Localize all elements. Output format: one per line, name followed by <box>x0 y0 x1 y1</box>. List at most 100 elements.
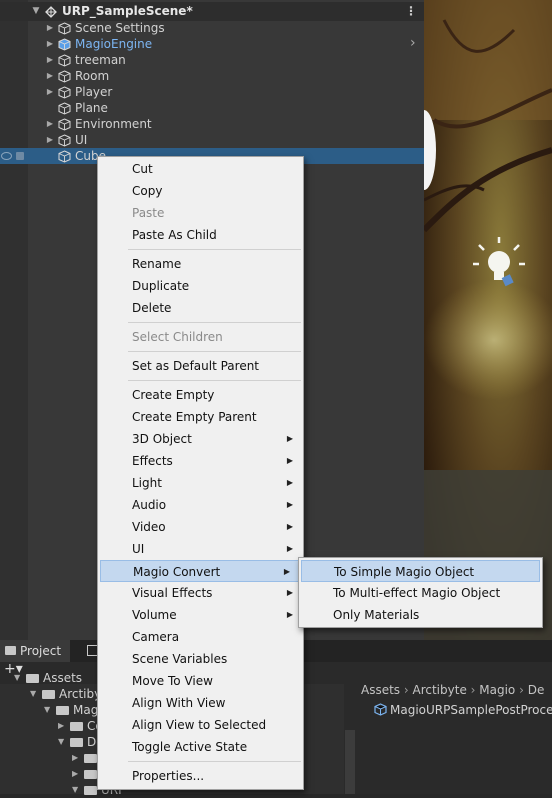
context-menu-item-label: Rename <box>132 257 182 271</box>
context-menu-item-set-as-default-parent[interactable]: Set as Default Parent <box>98 355 303 377</box>
context-menu-item-rename[interactable]: Rename <box>98 253 303 275</box>
context-menu-item-volume[interactable]: Volume ▶ <box>98 604 303 626</box>
expand-arrow-icon[interactable]: ▶ <box>45 20 55 36</box>
asset-item[interactable]: MagioURPSamplePostProce <box>374 701 552 719</box>
folder-expand-arrow-icon[interactable]: ▼ <box>72 782 78 798</box>
expand-arrow-icon[interactable]: ▶ <box>45 132 55 148</box>
pickable-hand-icon[interactable] <box>16 152 24 160</box>
folder-expand-arrow-icon[interactable]: ▼ <box>30 686 36 702</box>
tab-project[interactable]: Project <box>0 640 70 662</box>
tree-scrollbar[interactable] <box>345 730 355 794</box>
gameobject-cube-icon <box>58 70 71 83</box>
hierarchy-item-label: Room <box>75 69 110 83</box>
breadcrumb-item[interactable]: Magio <box>479 683 515 697</box>
context-menu-item-scene-variables[interactable]: Scene Variables <box>98 648 303 670</box>
visibility-eye-icon[interactable] <box>1 152 12 160</box>
breadcrumb: Assets › Arctibyte › Magio › De <box>361 681 552 699</box>
open-prefab-chevron-icon[interactable]: › <box>410 35 416 51</box>
hierarchy-item-treeman[interactable]: ▶ treeman <box>0 52 424 68</box>
hierarchy-item-magioengine[interactable]: ▶ MagioEngine › <box>0 35 424 52</box>
breadcrumb-item[interactable]: Arctibyte <box>413 683 467 697</box>
submenu-arrow-icon: ▶ <box>286 500 293 509</box>
hierarchy-item-ui[interactable]: ▶ UI <box>0 132 424 148</box>
breadcrumb-separator-icon: › <box>515 683 528 697</box>
magio-submenu-item-label: To Multi-effect Magio Object <box>333 586 501 600</box>
hierarchy-item-label: Scene Settings <box>75 21 165 35</box>
submenu-arrow-icon: ▶ <box>286 456 293 465</box>
expand-arrow-icon[interactable]: ▶ <box>45 52 55 68</box>
context-menu-item-label: Set as Default Parent <box>132 359 260 373</box>
folder-expand-arrow-icon[interactable]: ▶ <box>58 718 64 734</box>
submenu-arrow-icon: ▶ <box>286 478 293 487</box>
context-menu-item-properties[interactable]: Properties... <box>98 765 303 787</box>
context-menu-item-label: Effects <box>132 454 173 468</box>
expand-arrow-icon[interactable]: ▶ <box>45 68 55 84</box>
submenu-arrow-icon: ▶ <box>286 588 293 597</box>
scene-collapse-arrow[interactable]: ▼ <box>31 2 41 18</box>
expand-arrow-icon[interactable]: ▶ <box>45 36 55 52</box>
folder-icon <box>70 738 83 747</box>
hierarchy-item-room[interactable]: ▶ Room <box>0 68 424 84</box>
context-menu-item-delete[interactable]: Delete <box>98 297 303 319</box>
gameobject-cube-icon <box>58 118 71 131</box>
context-menu-item-label: Properties... <box>132 769 205 783</box>
scene-name: URP_SampleScene* <box>62 4 193 18</box>
menu-separator <box>128 249 301 250</box>
folder-expand-arrow-icon[interactable]: ▼ <box>44 702 50 718</box>
context-menu-item-label: Magio Convert <box>133 565 221 579</box>
tab-project-label: Project <box>20 644 62 658</box>
hierarchy-item-player[interactable]: ▶ Player <box>0 84 424 100</box>
context-menu-item-audio[interactable]: Audio ▶ <box>98 494 303 516</box>
context-menu-item-label: Copy <box>132 184 163 198</box>
context-menu-item-cut[interactable]: Cut <box>98 158 303 180</box>
gameobject-cube-icon <box>58 134 71 147</box>
context-menu-item-create-empty-parent[interactable]: Create Empty Parent <box>98 406 303 428</box>
gameobject-cube-icon <box>58 22 71 35</box>
hierarchy-item-scene-settings[interactable]: ▶ Scene Settings <box>0 20 424 36</box>
folder-expand-arrow-icon[interactable]: ▶ <box>72 750 78 766</box>
folder-expand-arrow-icon[interactable]: ▼ <box>14 670 20 686</box>
context-menu-item-label: Camera <box>132 630 180 644</box>
prefab-cube-icon <box>58 38 71 51</box>
magio-submenu-item-only-materials[interactable]: Only Materials <box>299 604 542 626</box>
scene-view[interactable] <box>424 0 552 640</box>
folder-icon <box>42 690 55 699</box>
breadcrumb-item[interactable]: Assets <box>361 683 400 697</box>
context-menu-item-duplicate[interactable]: Duplicate <box>98 275 303 297</box>
context-menu-item-align-view-to-selected[interactable]: Align View to Selected <box>98 714 303 736</box>
context-menu-item-paste-as-child[interactable]: Paste As Child <box>98 224 303 246</box>
context-menu-item-magio-convert[interactable]: Magio Convert ▶ <box>100 560 301 582</box>
context-menu-item-light[interactable]: Light ▶ <box>98 472 303 494</box>
magio-submenu-item-to-multi-effect-magio-object[interactable]: To Multi-effect Magio Object <box>299 582 542 604</box>
context-menu-item-create-empty[interactable]: Create Empty <box>98 384 303 406</box>
context-menu-item-effects[interactable]: Effects ▶ <box>98 450 303 472</box>
folder-expand-arrow-icon[interactable]: ▶ <box>72 766 78 782</box>
breadcrumb-item[interactable]: De <box>528 683 545 697</box>
scene-options-kebab[interactable]: ⋮ <box>405 2 417 21</box>
scene-header-row[interactable]: ▼ URP_SampleScene* ⋮ <box>0 2 424 21</box>
context-menu-item-3d-object[interactable]: 3D Object ▶ <box>98 428 303 450</box>
context-menu-item-toggle-active-state[interactable]: Toggle Active State <box>98 736 303 758</box>
context-menu-item-align-with-view[interactable]: Align With View <box>98 692 303 714</box>
context-menu-item-move-to-view[interactable]: Move To View <box>98 670 303 692</box>
magio-submenu-item-to-simple-magio-object[interactable]: To Simple Magio Object <box>301 560 540 582</box>
folder-expand-arrow-icon[interactable]: ▼ <box>58 734 64 750</box>
context-menu-item-label: Create Empty <box>132 388 215 402</box>
submenu-arrow-icon: ▶ <box>286 544 293 553</box>
magio-convert-submenu: To Simple Magio Object To Multi-effect Ma… <box>298 557 543 628</box>
context-menu-item-label: Paste As Child <box>132 228 217 242</box>
context-menu-item-camera[interactable]: Camera <box>98 626 303 648</box>
hierarchy-item-label: Plane <box>75 101 108 115</box>
context-menu-item-ui[interactable]: UI ▶ <box>98 538 303 560</box>
asset-prefab-icon <box>374 703 387 716</box>
context-menu-item-label: Select Children <box>132 330 223 344</box>
hierarchy-item-environment[interactable]: ▶ Environment <box>0 116 424 132</box>
hierarchy-item-plane[interactable]: Plane <box>0 100 424 116</box>
submenu-arrow-icon: ▶ <box>283 567 290 576</box>
context-menu-item-visual-effects[interactable]: Visual Effects ▶ <box>98 582 303 604</box>
context-menu-item-video[interactable]: Video ▶ <box>98 516 303 538</box>
expand-arrow-icon[interactable]: ▶ <box>45 116 55 132</box>
context-menu-item-copy[interactable]: Copy <box>98 180 303 202</box>
expand-arrow-icon[interactable]: ▶ <box>45 84 55 100</box>
context-menu-item-label: Toggle Active State <box>132 740 248 754</box>
